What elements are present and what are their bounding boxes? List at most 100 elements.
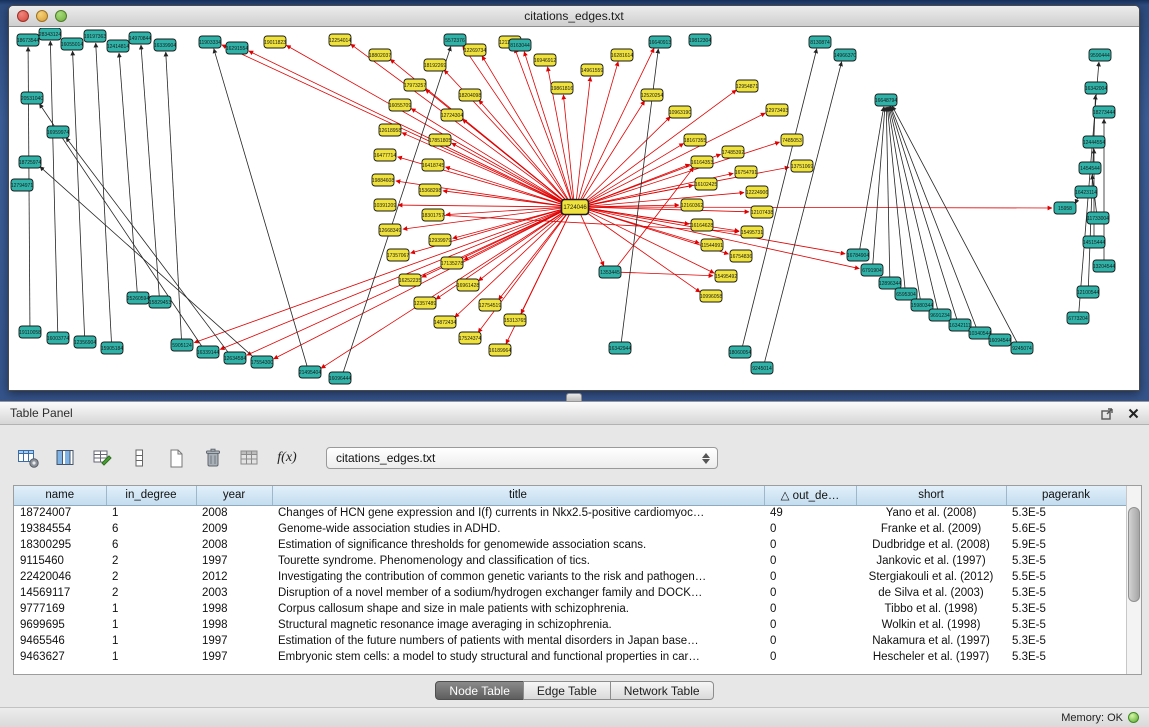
- table-cell[interactable]: 2008: [196, 505, 272, 521]
- table-cell[interactable]: Embryonic stem cells: a model to study s…: [272, 649, 764, 665]
- table-cell[interactable]: 2: [106, 553, 196, 569]
- table-cell[interactable]: 0: [764, 537, 856, 553]
- table-cell[interactable]: 49: [764, 505, 856, 521]
- table-cell[interactable]: 0: [764, 633, 856, 649]
- table-cell[interactable]: 5.3E-5: [1006, 633, 1126, 649]
- graph-edge[interactable]: [583, 210, 701, 292]
- table-cell[interactable]: Franke et al. (2009): [856, 521, 1006, 537]
- table-cell[interactable]: 1: [106, 633, 196, 649]
- graph-edge[interactable]: [887, 107, 905, 289]
- table-cell[interactable]: 0: [764, 617, 856, 633]
- table-row[interactable]: 2242004622012Investigating the contribut…: [14, 569, 1126, 585]
- graph-edge[interactable]: [119, 53, 137, 293]
- table-row[interactable]: 977716911998Corpus callosum shape and si…: [14, 601, 1126, 617]
- table-cell[interactable]: 2: [106, 585, 196, 601]
- close-window-button[interactable]: [17, 10, 29, 22]
- column-header-3[interactable]: title: [272, 486, 764, 505]
- minimize-window-button[interactable]: [36, 10, 48, 22]
- tab-edge-table[interactable]: Edge Table: [523, 681, 611, 700]
- tab-node-table[interactable]: Node Table: [435, 681, 524, 700]
- graph-edge[interactable]: [453, 208, 567, 238]
- table-row[interactable]: 946554611997Estimation of the future num…: [14, 633, 1126, 649]
- table-cell[interactable]: Tibbo et al. (1998): [856, 601, 1006, 617]
- column-header-4[interactable]: △ out_de…: [764, 486, 856, 505]
- import-table-icon[interactable]: [236, 445, 264, 471]
- table-row[interactable]: 1830029562008Estimation of significance …: [14, 537, 1126, 553]
- table-cell[interactable]: 5.5E-5: [1006, 569, 1126, 585]
- table-row[interactable]: 1456911722003Disruption of a novel membe…: [14, 585, 1126, 601]
- table-cell[interactable]: 5.3E-5: [1006, 553, 1126, 569]
- table-row[interactable]: 1938455462009Genome-wide association stu…: [14, 521, 1126, 537]
- zoom-window-button[interactable]: [55, 10, 67, 22]
- table-cell[interactable]: Tourette syndrome. Phenomenology and cla…: [272, 553, 764, 569]
- table-cell[interactable]: 1: [106, 649, 196, 665]
- table-cell[interactable]: 1997: [196, 633, 272, 649]
- table-cell[interactable]: 5.3E-5: [1006, 617, 1126, 633]
- graph-edge[interactable]: [563, 95, 574, 202]
- graph-edge[interactable]: [398, 205, 566, 207]
- table-cell[interactable]: 9463627: [14, 649, 106, 665]
- column-header-1[interactable]: in_degree: [106, 486, 196, 505]
- table-cell[interactable]: 1: [106, 601, 196, 617]
- table-cell[interactable]: 1: [106, 505, 196, 521]
- graph-edge[interactable]: [445, 167, 566, 206]
- show-columns-icon[interactable]: [51, 445, 79, 471]
- table-cell[interactable]: 1997: [196, 649, 272, 665]
- table-cell[interactable]: 0: [764, 569, 856, 585]
- table-cell[interactable]: 1997: [196, 553, 272, 569]
- table-cell[interactable]: 5.3E-5: [1006, 505, 1126, 521]
- table-cell[interactable]: Nakamura et al. (1997): [856, 633, 1006, 649]
- tab-network-table[interactable]: Network Table: [610, 681, 714, 700]
- table-cell[interactable]: 5.3E-5: [1006, 585, 1126, 601]
- graph-edge[interactable]: [73, 51, 85, 337]
- function-builder-button[interactable]: f(x): [273, 445, 301, 471]
- table-cell[interactable]: Hescheler et al. (1997): [856, 649, 1006, 665]
- table-cell[interactable]: 2003: [196, 585, 272, 601]
- table-cell[interactable]: 14569117: [14, 585, 106, 601]
- table-row[interactable]: 911546021997Tourette syndrome. Phenomeno…: [14, 553, 1126, 569]
- column-header-0[interactable]: name: [14, 486, 106, 505]
- panel-splitter-handle[interactable]: [566, 393, 582, 401]
- graph-edge[interactable]: [479, 100, 569, 203]
- graph-edge[interactable]: [584, 208, 859, 269]
- network-canvas[interactable]: 1724046181922691797325716055709126189581…: [9, 28, 1139, 390]
- table-cell[interactable]: 9115460: [14, 553, 106, 569]
- graph-edge[interactable]: [886, 107, 890, 278]
- graph-edge[interactable]: [860, 107, 884, 250]
- table-settings-icon[interactable]: [14, 445, 42, 471]
- table-cell[interactable]: 9777169: [14, 601, 106, 617]
- table-cell[interactable]: Dudbridge et al. (2008): [856, 537, 1006, 553]
- graph-edge[interactable]: [873, 107, 885, 265]
- table-cell[interactable]: 0: [764, 601, 856, 617]
- table-row[interactable]: 946362711997Embryonic stem cells: a mode…: [14, 649, 1126, 665]
- table-cell[interactable]: Estimation of the future numbers of pati…: [272, 633, 764, 649]
- column-header-5[interactable]: short: [856, 486, 1006, 505]
- graph-edge[interactable]: [214, 49, 308, 368]
- table-cell[interactable]: Disruption of a novel member of a sodium…: [272, 585, 764, 601]
- table-cell[interactable]: Changes of HCN gene expression and I(f) …: [272, 505, 764, 521]
- graph-edge[interactable]: [96, 43, 112, 343]
- graph-edge[interactable]: [40, 167, 255, 359]
- graph-edge[interactable]: [436, 210, 567, 300]
- table-cell[interactable]: Jankovic et al. (1997): [856, 553, 1006, 569]
- graph-edge[interactable]: [455, 210, 569, 317]
- table-cell[interactable]: 2008: [196, 537, 272, 553]
- table-cell[interactable]: 18300295: [14, 537, 106, 553]
- table-cell[interactable]: 2: [106, 569, 196, 585]
- table-cell[interactable]: 1998: [196, 617, 272, 633]
- table-cell[interactable]: Yano et al. (2008): [856, 505, 1006, 521]
- table-cell[interactable]: 0: [764, 649, 856, 665]
- table-cell[interactable]: de Silva et al. (2003): [856, 585, 1006, 601]
- graph-edge[interactable]: [583, 113, 765, 205]
- row-height-icon[interactable]: [125, 445, 153, 471]
- table-cell[interactable]: Corpus callosum shape and size in male p…: [272, 601, 764, 617]
- table-cell[interactable]: Genome-wide association studies in ADHD.: [272, 521, 764, 537]
- graph-edge[interactable]: [619, 272, 713, 276]
- table-cell[interactable]: Structural magnetic resonance image aver…: [272, 617, 764, 633]
- table-cell[interactable]: 1998: [196, 601, 272, 617]
- graph-edge[interactable]: [39, 104, 202, 348]
- table-cell[interactable]: 6: [106, 521, 196, 537]
- table-cell[interactable]: 1: [106, 617, 196, 633]
- graph-edge[interactable]: [321, 210, 567, 369]
- table-cell[interactable]: Stergiakouli et al. (2012): [856, 569, 1006, 585]
